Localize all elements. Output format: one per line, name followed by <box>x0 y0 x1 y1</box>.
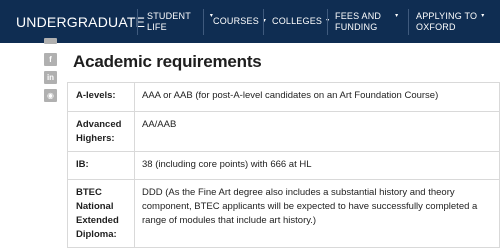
nav-item-label: FEES AND <box>335 10 382 21</box>
requirement-value: AAA or AAB (for post-A-level candidates … <box>134 82 500 112</box>
nav-item-label: COURSES <box>213 16 259 26</box>
requirement-label: A-levels: <box>67 82 135 112</box>
nav-divider <box>327 9 328 35</box>
table-row: IB: 38 (including core points) with 666 … <box>67 151 500 180</box>
nav-item-courses[interactable]: COURSES ▾ <box>213 0 266 43</box>
table-row: BTEC National Extended Diploma: DDD (As … <box>67 179 500 248</box>
chevron-down-icon: ▾ <box>481 13 485 19</box>
requirement-value: 38 (including core points) with 666 at H… <box>134 151 500 180</box>
nav-item-label: APPLYING TO <box>416 10 478 21</box>
linkedin-icon[interactable]: in <box>44 71 57 84</box>
chevron-down-icon: ▾ <box>395 13 399 19</box>
requirement-label: IB: <box>67 151 135 180</box>
requirement-value: AA/AAB <box>134 111 500 152</box>
share-icon[interactable] <box>44 38 57 44</box>
requirements-table: A-levels: AAA or AAB (for post-A-level c… <box>67 82 500 248</box>
section-title[interactable]: UNDERGRADUATE <box>0 0 145 43</box>
reddit-icon[interactable]: ◉ <box>44 89 57 102</box>
nav-item-label: COLLEGES <box>272 16 323 26</box>
nav-item-colleges[interactable]: COLLEGES ▾ <box>272 0 329 43</box>
requirement-label: Advanced Highers: <box>67 111 135 152</box>
nav-item-applying-to-oxford[interactable]: APPLYING TO OXFORD ▾ <box>416 0 484 43</box>
nav-item-label: FUNDING <box>335 21 378 32</box>
facebook-icon[interactable]: f <box>44 53 57 66</box>
table-row: A-levels: AAA or AAB (for post-A-level c… <box>67 82 500 112</box>
page-title: Academic requirements <box>73 52 262 71</box>
nav-item-fees-and-funding[interactable]: FEES AND FUNDING ▾ <box>335 0 398 43</box>
nav-divider <box>137 9 138 35</box>
nav-divider <box>408 9 409 35</box>
requirement-label: BTEC National Extended Diploma: <box>67 179 135 248</box>
nav-item-label: STUDENT <box>147 10 191 21</box>
table-row: Advanced Highers: AA/AAB <box>67 111 500 152</box>
nav-divider <box>263 9 264 35</box>
requirement-value: DDD (As the Fine Art degree also include… <box>134 179 500 248</box>
nav-divider <box>203 9 204 35</box>
top-navigation: UNDERGRADUATE STUDENT LIFE ▾ COURSES ▾ C… <box>0 0 500 43</box>
nav-item-label: OXFORD <box>416 21 456 32</box>
nav-item-label: LIFE <box>147 21 167 32</box>
